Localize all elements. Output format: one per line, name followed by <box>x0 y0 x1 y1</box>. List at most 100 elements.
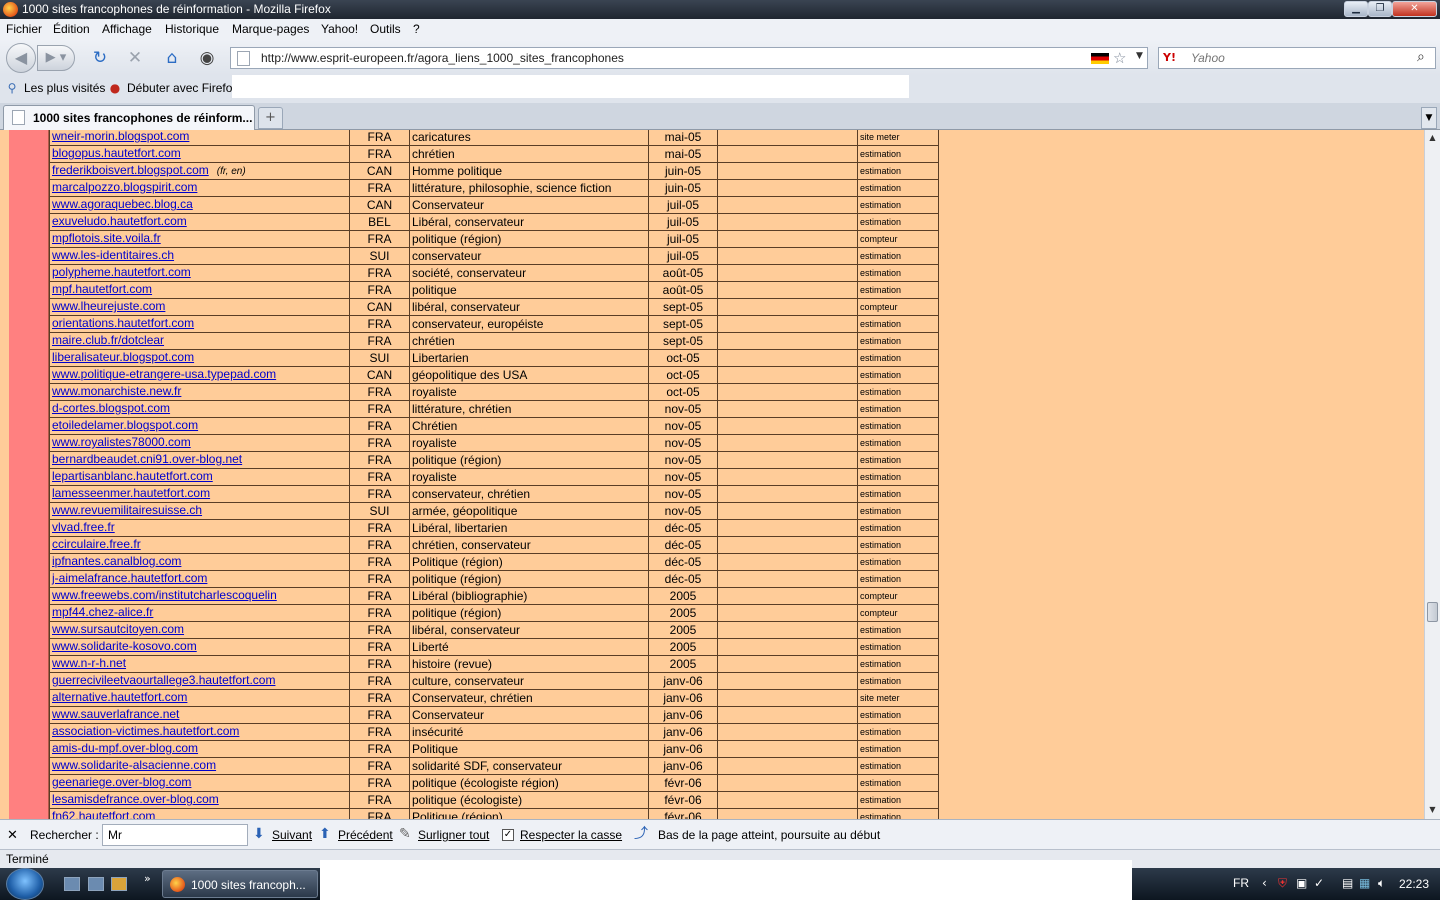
menu-help[interactable]: ? <box>413 22 420 36</box>
site-link[interactable]: maire.club.fr/dotclear <box>52 334 164 348</box>
site-link[interactable]: www.revuemilitairesuisse.ch <box>52 504 202 518</box>
tray-expand-icon[interactable]: ‹ <box>1262 876 1267 890</box>
site-link[interactable]: www.solidarite-alsacienne.com <box>52 759 216 773</box>
device-icon[interactable]: ▤ <box>1342 876 1353 890</box>
match-case-checkbox[interactable]: ✓ <box>502 829 514 841</box>
site-link[interactable]: liberalisateur.blogspot.com <box>52 351 194 365</box>
menu-edition[interactable]: Édition <box>53 22 90 36</box>
site-link[interactable]: www.monarchiste.new.fr <box>52 385 181 399</box>
language-indicator[interactable]: FR <box>1233 876 1249 890</box>
site-link[interactable]: exuveludo.hautetfort.com <box>52 215 187 229</box>
taskbar-firefox-window[interactable]: 1000 sites francoph... <box>162 870 318 898</box>
address-bar[interactable]: http://www.esprit-europeen.fr/agora_lien… <box>230 47 1148 69</box>
site-link[interactable]: blogopus.hautetfort.com <box>52 147 181 161</box>
site-link[interactable]: www.sauverlafrance.net <box>52 708 179 722</box>
site-link[interactable]: d-cortes.blogspot.com <box>52 402 170 416</box>
url-dropdown-icon[interactable]: ▼ <box>1136 51 1143 61</box>
home-button[interactable]: ⌂ <box>160 46 184 70</box>
menu-yahoo[interactable]: Yahoo! <box>321 22 358 36</box>
site-link[interactable]: mpf44.chez-alice.fr <box>52 606 153 620</box>
vertical-scrollbar[interactable]: ▲ ▼ <box>1424 130 1440 819</box>
site-link[interactable]: lamesseenmer.hautetfort.com <box>52 487 210 501</box>
volume-icon[interactable]: 🔈︎ <box>1378 876 1385 891</box>
close-window-button[interactable]: ✕ <box>1392 1 1437 17</box>
menu-historique[interactable]: Historique <box>165 22 219 36</box>
site-link[interactable]: www.lheurejuste.com <box>52 300 165 314</box>
site-link[interactable]: j-aimelafrance.hautetfort.com <box>52 572 207 586</box>
start-button[interactable] <box>6 868 44 900</box>
site-link[interactable]: wneir-morin.blogspot.com <box>52 130 189 143</box>
menu-marque-pages[interactable]: Marque-pages <box>232 22 309 36</box>
site-link[interactable]: frederikboisvert.blogspot.com <box>52 164 209 178</box>
site-link[interactable]: mpf.hautetfort.com <box>52 283 152 297</box>
find-next-icon[interactable]: ⬇ <box>253 826 265 842</box>
site-link[interactable]: www.solidarite-kosovo.com <box>52 640 197 654</box>
site-link[interactable]: www.n-r-h.net <box>52 657 126 671</box>
scroll-down-arrow-icon[interactable]: ▼ <box>1425 802 1440 818</box>
network-icon[interactable]: ▦ <box>1359 876 1370 890</box>
highlight-all-button[interactable]: Surligner tout <box>418 828 489 842</box>
url-text[interactable]: http://www.esprit-europeen.fr/agora_lien… <box>261 51 624 65</box>
menu-fichier[interactable]: Fichier <box>6 22 42 36</box>
site-link[interactable]: alternative.hautetfort.com <box>52 691 187 705</box>
find-input[interactable] <box>102 824 248 846</box>
search-box[interactable]: Y! ⌕ <box>1158 47 1436 69</box>
site-link[interactable]: www.agoraquebec.blog.ca <box>52 198 193 212</box>
match-case-label[interactable]: Respecter la casse <box>520 828 622 842</box>
find-previous-icon[interactable]: ⬆ <box>319 826 331 842</box>
bookmark-getting-started[interactable]: Débuter avec Firefox <box>127 81 238 95</box>
site-link[interactable]: mpflotois.site.voila.fr <box>52 232 161 246</box>
antivirus-icon[interactable]: ⛨ <box>1278 876 1287 891</box>
search-input[interactable] <box>1191 50 1401 66</box>
show-desktop-icon[interactable] <box>64 877 80 891</box>
reload-button[interactable]: ↻ <box>88 46 112 70</box>
site-link[interactable]: bernardbeaudet.cni91.over-blog.net <box>52 453 242 467</box>
site-link[interactable]: marcalpozzo.blogspirit.com <box>52 181 197 195</box>
site-link[interactable]: lepartisanblanc.hautetfort.com <box>52 470 213 484</box>
scroll-up-arrow-icon[interactable]: ▲ <box>1425 130 1440 146</box>
back-button[interactable]: ◀ <box>6 43 36 73</box>
site-link[interactable]: etoiledelamer.blogspot.com <box>52 419 198 433</box>
site-link[interactable]: www.sursautcitoyen.com <box>52 623 184 637</box>
site-link[interactable]: ccirculaire.free.fr <box>52 538 141 552</box>
site-link[interactable]: geenariege.over-blog.com <box>52 776 191 790</box>
stop-button[interactable]: ✕ <box>123 46 147 70</box>
site-link[interactable]: www.les-identitaires.ch <box>52 249 174 263</box>
forward-button[interactable]: ▶ ▾ <box>37 45 75 71</box>
quicklaunch-more-icon[interactable]: » <box>144 872 151 885</box>
site-link[interactable]: vlvad.free.fr <box>52 521 115 535</box>
computer-icon[interactable]: ▣ <box>1296 876 1307 890</box>
find-previous-button[interactable]: Précédent <box>338 828 393 842</box>
site-link[interactable]: ipfnantes.canalblog.com <box>52 555 181 569</box>
site-link[interactable]: www.freewebs.com/institutcharlescoquelin <box>52 589 277 603</box>
search-magnifier-icon[interactable]: ⌕ <box>1417 49 1425 65</box>
site-link[interactable]: lesamisdefrance.over-blog.com <box>52 793 219 807</box>
network-tool-icon[interactable]: ✓ <box>1314 876 1324 890</box>
find-next-button[interactable]: Suivant <box>272 828 312 842</box>
maximize-button[interactable]: ❐ <box>1368 1 1392 17</box>
site-link[interactable]: orientations.hautetfort.com <box>52 317 194 331</box>
addon-button[interactable]: ◉ <box>195 46 219 70</box>
menu-outils[interactable]: Outils <box>370 22 401 36</box>
site-link[interactable]: fn62.hautetfort.com <box>52 810 155 820</box>
site-link[interactable]: polypheme.hautetfort.com <box>52 266 191 280</box>
site-link[interactable]: guerrecivileetvaourtallege3.hautetfort.c… <box>52 674 275 688</box>
highlight-pen-icon[interactable]: ✎ <box>399 826 411 842</box>
media-player-icon[interactable] <box>111 877 127 891</box>
site-link[interactable]: association-victimes.hautetfort.com <box>52 725 239 739</box>
bookmark-star-icon[interactable]: ☆ <box>1113 49 1126 67</box>
find-close-button[interactable]: ✕ <box>7 827 18 843</box>
switch-windows-icon[interactable] <box>88 877 104 891</box>
clock[interactable]: 22:23 <box>1399 877 1429 891</box>
bookmark-most-visited[interactable]: Les plus visités <box>24 81 105 95</box>
menu-affichage[interactable]: Affichage <box>102 22 152 36</box>
site-link[interactable]: amis-du-mpf.over-blog.com <box>52 742 198 756</box>
yahoo-engine-icon[interactable]: Y! <box>1163 51 1176 64</box>
minimize-button[interactable]: ▁ <box>1344 1 1368 17</box>
new-tab-button[interactable]: + <box>258 107 283 129</box>
scroll-thumb[interactable] <box>1427 602 1438 622</box>
site-link[interactable]: www.politique-etrangere-usa.typepad.com <box>52 368 276 382</box>
tab-active[interactable]: 1000 sites francophones de réinform... <box>3 105 255 130</box>
site-link[interactable]: www.royalistes78000.com <box>52 436 191 450</box>
tab-list-button[interactable]: ▼ <box>1421 107 1437 129</box>
